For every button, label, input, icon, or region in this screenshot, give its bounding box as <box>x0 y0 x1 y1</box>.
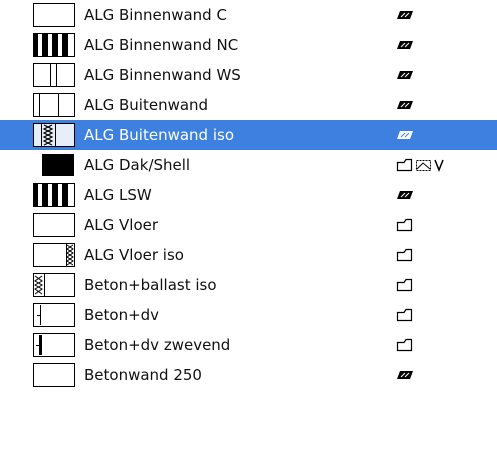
list-item[interactable]: Beton+ballast iso <box>0 270 497 300</box>
list-item-label: ALG Binnenwand WS <box>84 66 241 84</box>
element-type-icons <box>396 307 413 323</box>
wall-icon <box>396 70 414 80</box>
composite-swatch-icon <box>33 303 75 327</box>
list-item[interactable]: ALG Buitenwand iso <box>0 120 497 150</box>
slab-icon <box>396 218 413 232</box>
wall-icon <box>396 40 414 50</box>
element-type-icons <box>396 187 414 203</box>
composite-swatch-icon <box>33 153 75 177</box>
slab-icon <box>396 248 413 262</box>
element-type-icons <box>396 97 414 113</box>
wall-icon <box>396 190 414 200</box>
element-type-icons <box>396 367 414 383</box>
element-type-icons <box>396 337 413 353</box>
list-item[interactable]: ALG LSW <box>0 180 497 210</box>
list-item[interactable]: Betonwand 250 <box>0 360 497 390</box>
slab-icon <box>396 308 413 322</box>
wall-icon <box>396 10 414 20</box>
composite-swatch-icon <box>33 33 75 57</box>
composite-swatch-icon <box>33 123 75 147</box>
list-item-label: ALG Binnenwand C <box>84 6 227 24</box>
composite-swatch-icon <box>33 183 75 207</box>
list-item[interactable]: ALG Binnenwand NC <box>0 30 497 60</box>
list-item-label: ALG Dak/Shell <box>84 156 191 174</box>
list-item[interactable]: ALG Vloer iso <box>0 240 497 270</box>
composite-swatch-icon <box>33 63 75 87</box>
wall-icon <box>396 130 414 140</box>
list-item-label: Beton+ballast iso <box>84 276 217 294</box>
element-type-icons <box>396 157 444 173</box>
element-type-icons <box>396 217 413 233</box>
list-item-label: Beton+dv zwevend <box>84 336 231 354</box>
shell-icon <box>434 158 444 172</box>
composite-swatch-icon <box>33 363 75 387</box>
composite-list: ALG Binnenwand C ALG Binnenwand NC ALG B… <box>0 0 497 390</box>
slab-icon <box>396 338 413 352</box>
list-item-label: ALG Vloer iso <box>84 246 184 264</box>
list-item-label: Beton+dv <box>84 306 160 324</box>
list-item[interactable]: ALG Vloer <box>0 210 497 240</box>
wall-icon <box>396 370 414 380</box>
list-item[interactable]: ALG Binnenwand WS <box>0 60 497 90</box>
list-item-label: ALG LSW <box>84 186 152 204</box>
list-item-label: Betonwand 250 <box>84 366 202 384</box>
slab-icon <box>396 278 413 292</box>
composite-swatch-icon <box>33 273 75 297</box>
list-item-label: ALG Buitenwand <box>84 96 209 114</box>
element-type-icons <box>396 37 414 53</box>
element-type-icons <box>396 247 413 263</box>
composite-swatch-icon <box>33 93 75 117</box>
composite-swatch-icon <box>33 3 75 27</box>
element-type-icons <box>396 67 414 83</box>
composite-swatch-icon <box>33 333 75 357</box>
element-type-icons <box>396 7 414 23</box>
list-item[interactable]: ALG Dak/Shell <box>0 150 497 180</box>
list-item[interactable]: Beton+dv <box>0 300 497 330</box>
list-item[interactable]: ALG Buitenwand <box>0 90 497 120</box>
list-item-label: ALG Vloer <box>84 216 159 234</box>
list-item-label: ALG Buitenwand iso <box>84 126 235 144</box>
list-item-label: ALG Binnenwand NC <box>84 36 239 54</box>
element-type-icons <box>396 277 413 293</box>
composite-swatch-icon <box>33 213 75 237</box>
list-item[interactable]: ALG Binnenwand C <box>0 0 497 30</box>
roof-icon <box>415 158 432 172</box>
list-item[interactable]: Beton+dv zwevend <box>0 330 497 360</box>
slab-icon <box>396 158 413 172</box>
wall-icon <box>396 100 414 110</box>
element-type-icons <box>396 127 414 143</box>
composite-swatch-icon <box>33 243 75 267</box>
